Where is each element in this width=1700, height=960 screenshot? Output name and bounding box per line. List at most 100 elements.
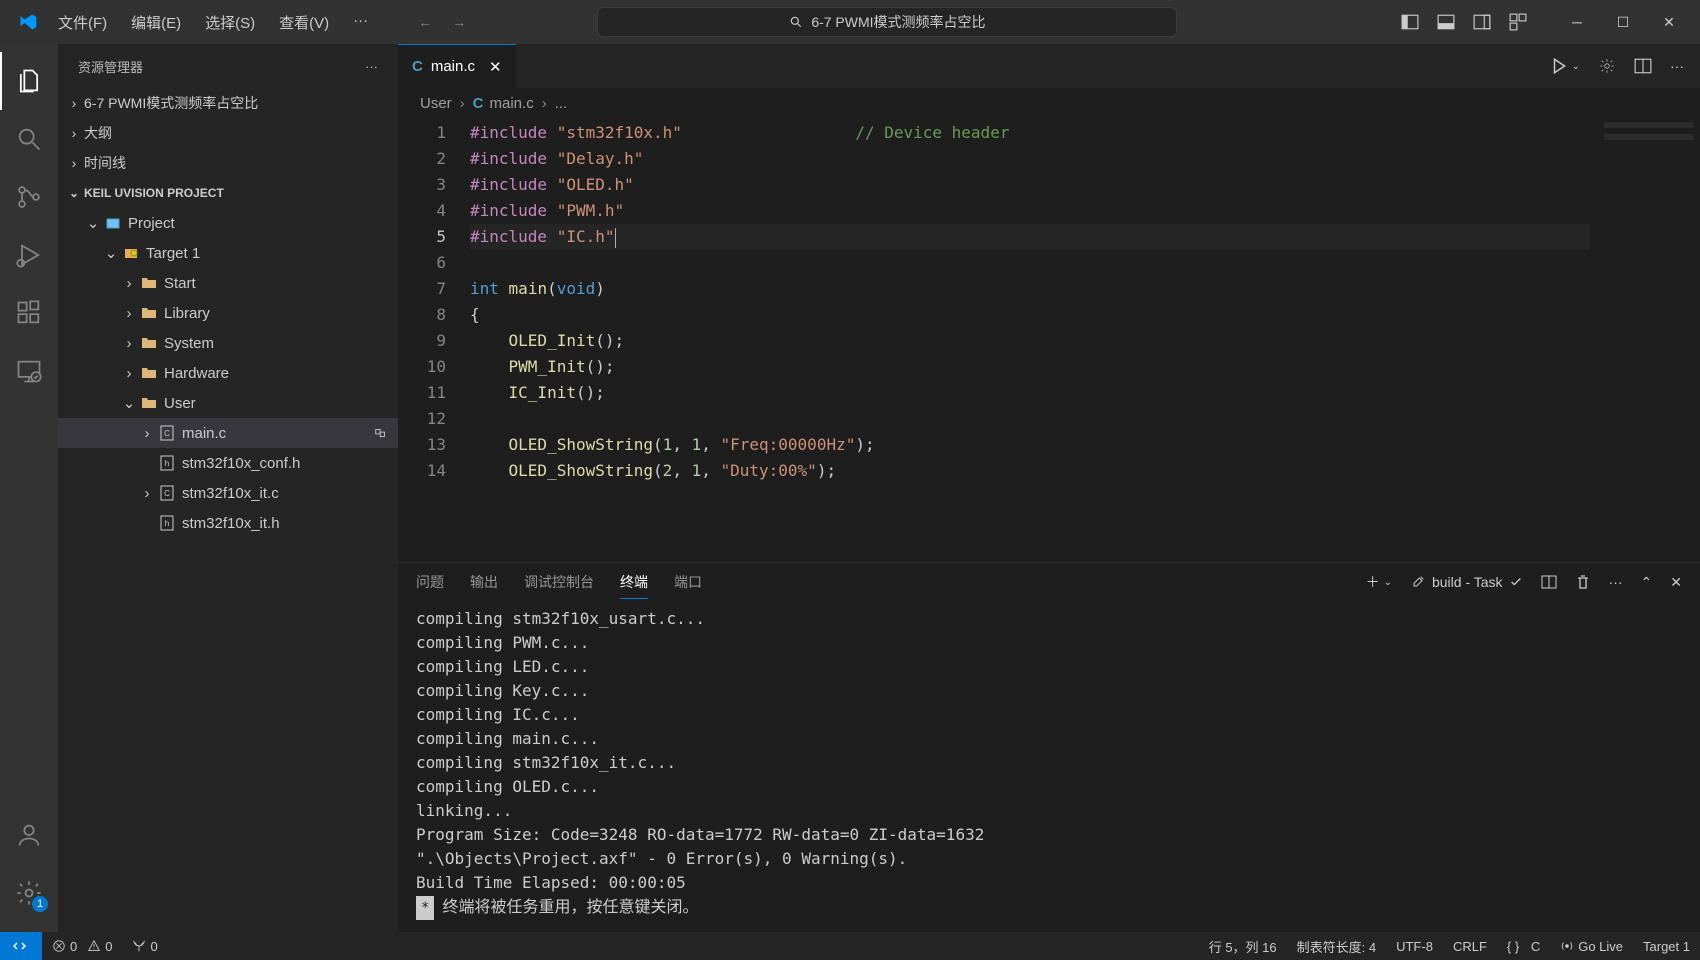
status-lang[interactable]: { } C: [1497, 937, 1550, 956]
broadcast-icon: [1560, 939, 1574, 953]
tree-item[interactable]: ›Hardware: [58, 358, 398, 388]
minimap[interactable]: [1590, 118, 1700, 562]
menu-item[interactable]: ···: [343, 8, 378, 37]
sidebar-header: 资源管理器 ···: [58, 44, 398, 88]
tree-item[interactable]: ›Start: [58, 268, 398, 298]
menu-item[interactable]: 文件(F): [48, 8, 117, 37]
activity-run-debug[interactable]: [0, 226, 58, 284]
tab-close-icon[interactable]: ✕: [489, 58, 502, 76]
editor-more-icon[interactable]: ···: [1670, 58, 1684, 74]
panel-tab[interactable]: 输出: [470, 572, 498, 592]
activity-account[interactable]: [0, 806, 58, 864]
search-icon: [15, 125, 43, 153]
tree-item[interactable]: hstm32f10x_conf.h: [58, 448, 398, 478]
remote-button[interactable]: [0, 932, 42, 960]
svg-text:h: h: [165, 459, 169, 468]
activity-bar: 1: [0, 44, 58, 932]
new-terminal-icon[interactable]: ＋: [1366, 572, 1380, 592]
files-icon: [15, 67, 43, 95]
split-editor-icon[interactable]: [1634, 57, 1652, 75]
tree-item[interactable]: ⌄User: [58, 388, 398, 418]
git-icon: [15, 183, 43, 211]
sidebar-section[interactable]: ›时间线: [58, 148, 398, 178]
vscode-logo-icon: [18, 12, 38, 32]
sidebar-section[interactable]: ›6-7 PWMI模式测频率占空比: [58, 88, 398, 118]
close-button[interactable]: ✕: [1646, 0, 1692, 44]
activity-explorer[interactable]: [0, 52, 58, 110]
breadcrumb-item[interactable]: User: [420, 95, 452, 112]
nav-forward-icon[interactable]: →: [452, 14, 466, 30]
status-tabsize[interactable]: 制表符长度: 4: [1287, 937, 1386, 956]
sidebar-more-icon[interactable]: ···: [365, 59, 378, 74]
panel-tab[interactable]: 问题: [416, 572, 444, 592]
panel-maximize-icon[interactable]: ⌃: [1641, 574, 1653, 591]
tab-main-c[interactable]: C main.c ✕: [398, 44, 516, 88]
panel-tab[interactable]: 端口: [674, 572, 702, 592]
new-terminal-dropdown-icon[interactable]: ⌄: [1384, 577, 1392, 588]
run-dropdown-icon[interactable]: ⌄: [1572, 61, 1580, 72]
account-icon: [15, 821, 43, 849]
status-cursor[interactable]: 行 5，列 16: [1199, 937, 1287, 956]
layout-sidebar-left-icon[interactable]: [1400, 12, 1420, 32]
command-center[interactable]: 6-7 PWMI模式测频率占空比: [597, 7, 1177, 37]
tree-item[interactable]: ⌄Project: [58, 208, 398, 238]
layout-sidebar-right-icon[interactable]: [1472, 12, 1492, 32]
breadcrumb-item[interactable]: Cmain.c: [473, 95, 534, 112]
tree-item[interactable]: ⌄Target 1: [58, 238, 398, 268]
status-target[interactable]: Target 1: [1633, 937, 1700, 956]
activity-search[interactable]: [0, 110, 58, 168]
status-eol[interactable]: CRLF: [1443, 937, 1497, 956]
bottom-panel: 问题 输出 调试控制台 终端 端口 ＋ ⌄ build - Task ··· ⌃ ✕ c…: [398, 562, 1700, 932]
task-indicator[interactable]: build - Task: [1410, 574, 1523, 590]
activity-settings[interactable]: 1: [0, 864, 58, 922]
menu-item[interactable]: 查看(V): [269, 8, 339, 37]
sidebar-title: 资源管理器: [78, 57, 365, 76]
code-editor[interactable]: 1234567891011121314 #include "stm32f10x.…: [398, 118, 1700, 562]
menu-bar: 文件(F)编辑(E)选择(S)查看(V)···: [48, 8, 378, 37]
activity-extensions[interactable]: [0, 284, 58, 342]
sidebar-section[interactable]: ›大纲: [58, 118, 398, 148]
file-tree: ⌄Project⌄Target 1›Start›Library›System›H…: [58, 208, 398, 538]
layout-panel-icon[interactable]: [1436, 12, 1456, 32]
line-numbers: 1234567891011121314: [398, 118, 470, 562]
panel-close-icon[interactable]: ✕: [1670, 574, 1682, 591]
kill-terminal-icon[interactable]: [1575, 574, 1591, 590]
status-ports[interactable]: 0: [122, 939, 167, 954]
editor-area: C main.c ✕ ⌄ ··· User›Cmain.c›... 123456…: [398, 44, 1700, 932]
maximize-button[interactable]: ☐: [1600, 0, 1646, 44]
settings-badge: 1: [32, 896, 48, 912]
minimize-button[interactable]: ─: [1554, 0, 1600, 44]
tree-item[interactable]: hstm32f10x_it.h: [58, 508, 398, 538]
debug-icon: [15, 241, 43, 269]
status-golive[interactable]: Go Live: [1550, 937, 1633, 956]
menu-item[interactable]: 编辑(E): [121, 8, 191, 37]
terminal-output[interactable]: compiling stm32f10x_usart.c...compiling …: [398, 601, 1700, 932]
customize-layout-icon[interactable]: [1508, 12, 1528, 32]
panel-tab[interactable]: 调试控制台: [524, 572, 594, 592]
panel-tabs: 问题 输出 调试控制台 终端 端口 ＋ ⌄ build - Task ··· ⌃ ✕: [398, 563, 1700, 601]
editor-settings-icon[interactable]: [1598, 57, 1616, 75]
status-encoding[interactable]: UTF-8: [1386, 937, 1443, 956]
activity-remote[interactable]: [0, 342, 58, 400]
split-terminal-icon[interactable]: [1541, 574, 1557, 590]
breadcrumbs[interactable]: User›Cmain.c›...: [398, 88, 1700, 118]
activity-source-control[interactable]: [0, 168, 58, 226]
tools-icon: [1410, 574, 1426, 590]
sidebar-section[interactable]: ⌄KEIL UVISION PROJECT: [58, 178, 398, 208]
breadcrumb-item[interactable]: ...: [555, 95, 568, 112]
svg-text:C: C: [164, 429, 170, 438]
status-problems[interactable]: 0 0: [42, 939, 122, 954]
extensions-icon: [15, 299, 43, 327]
menu-item[interactable]: 选择(S): [195, 8, 265, 37]
nav-back-icon[interactable]: ←: [418, 14, 432, 30]
tree-item[interactable]: ›Library: [58, 298, 398, 328]
tree-item[interactable]: ›Cmain.c: [58, 418, 398, 448]
panel-tab[interactable]: 终端: [620, 572, 648, 599]
svg-text:C: C: [164, 489, 170, 498]
panel-more-icon[interactable]: ···: [1609, 574, 1623, 590]
run-button[interactable]: [1550, 57, 1568, 75]
tree-item[interactable]: ›System: [58, 328, 398, 358]
tree-item[interactable]: ›Cstm32f10x_it.c: [58, 478, 398, 508]
search-text: 6-7 PWMI模式测频率占空比: [811, 12, 985, 32]
code-content[interactable]: #include "stm32f10x.h" // Device header#…: [470, 118, 1590, 562]
